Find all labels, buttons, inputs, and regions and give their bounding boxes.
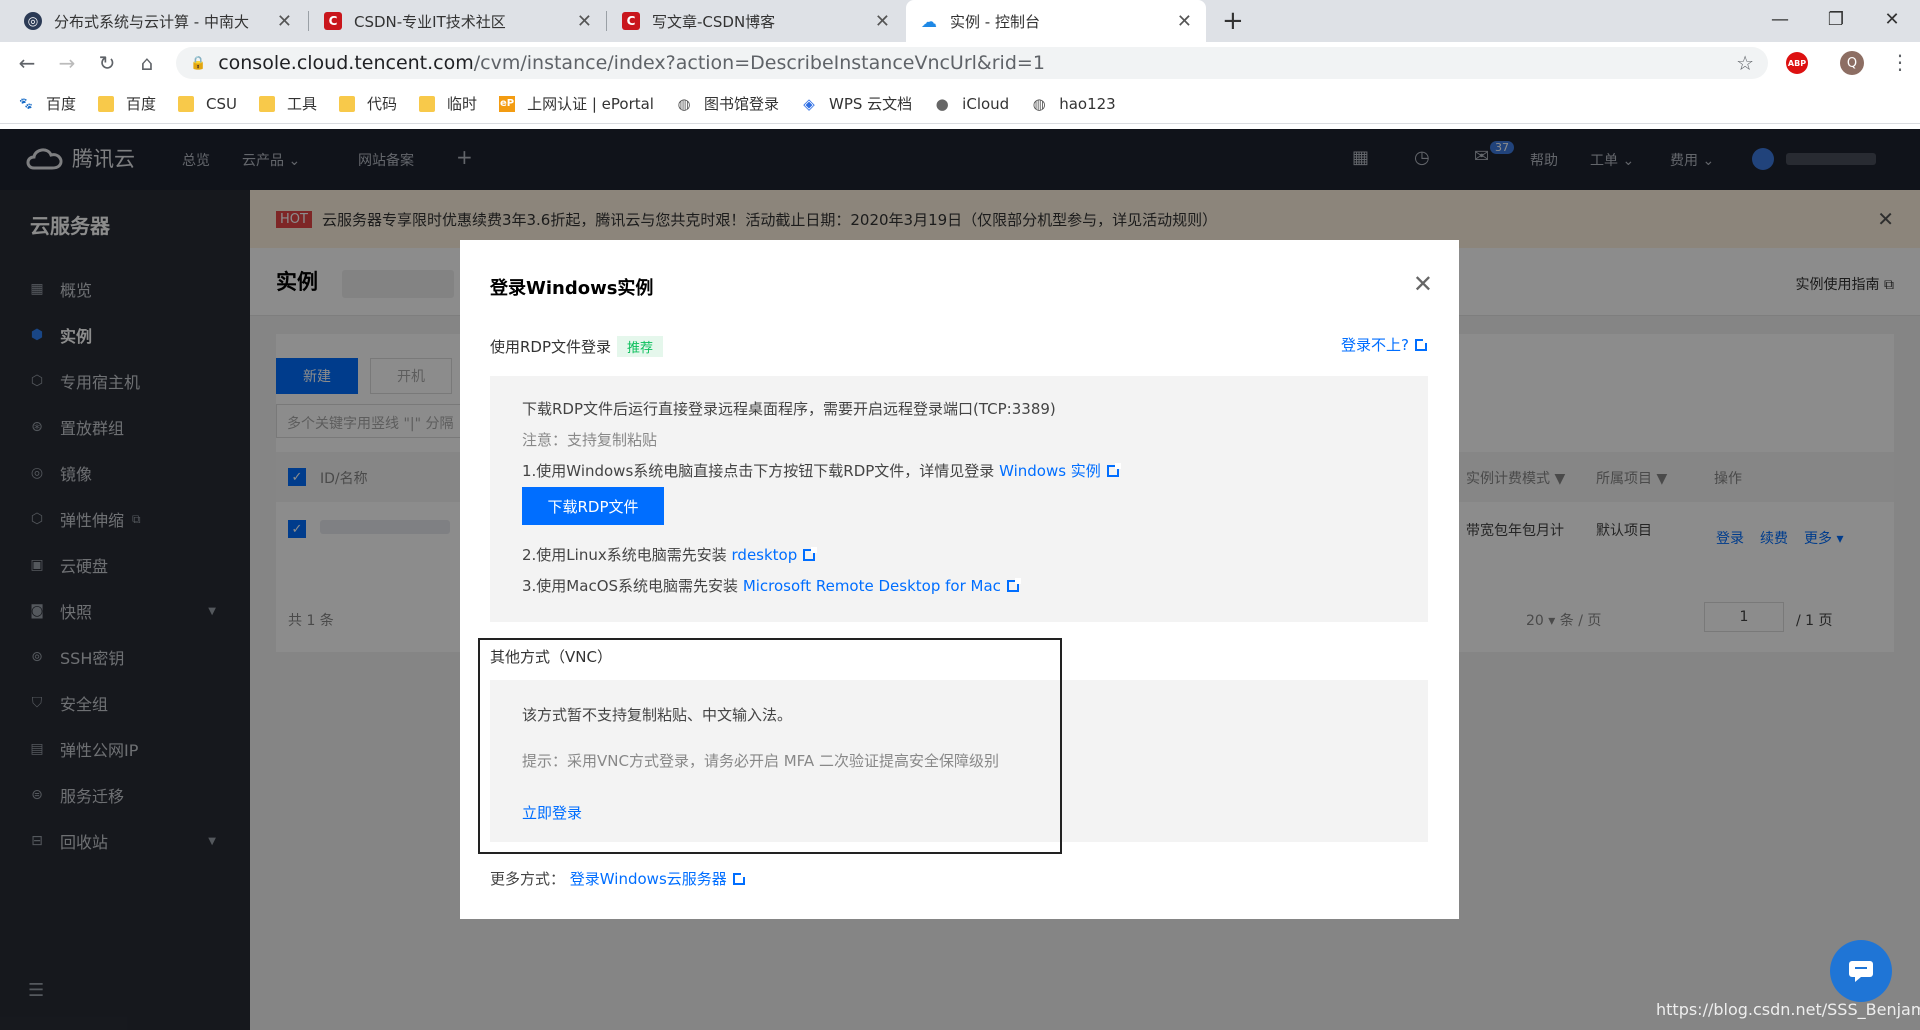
lock-icon: 🔒 [190, 56, 206, 71]
bookmark-library[interactable]: ◍图书馆登录 [676, 93, 779, 114]
close-icon[interactable]: ✕ [277, 11, 292, 32]
vnc-highlight-frame [478, 638, 1062, 854]
login-windows-dialog: 登录Windows实例 ✕ 使用RDP文件登录推荐 登录不上? 下载RDP文件后… [460, 240, 1459, 919]
globe-icon: ◍ [1031, 96, 1047, 112]
external-link-icon [1415, 339, 1427, 351]
folder-icon [178, 96, 194, 112]
rdp-step-1: 1.使用Windows系统电脑直接点击下方按钮下载RDP文件，详情见登录 Win… [522, 460, 1119, 481]
windows-server-login-link[interactable]: 登录Windows云服务器 [570, 870, 727, 888]
rdp-step-2: 2.使用Linux系统电脑需先安装 rdesktop [522, 544, 815, 565]
menu-icon[interactable]: ⋮ [1890, 50, 1910, 74]
bookmark-folder-code[interactable]: 代码 [339, 93, 397, 114]
close-icon[interactable]: ✕ [1413, 270, 1433, 298]
close-icon[interactable]: ✕ [1177, 11, 1192, 32]
forward-icon[interactable]: → [54, 50, 80, 76]
csdn-icon: C [622, 12, 640, 30]
close-icon[interactable]: ✕ [577, 11, 592, 32]
profile-avatar[interactable]: Q [1840, 51, 1864, 75]
address-bar[interactable]: 🔒 console.cloud.tencent.com/cvm/instance… [176, 47, 1768, 79]
recommend-badge: 推荐 [617, 336, 663, 357]
new-tab-button[interactable]: + [1222, 6, 1244, 36]
bookmark-folder-temp[interactable]: 临时 [419, 93, 477, 114]
globe-icon: ◎ [24, 12, 42, 30]
bookmark-eportal[interactable]: eP上网认证 | ePortal [499, 93, 654, 114]
windows-instance-link[interactable]: Windows 实例 [999, 462, 1101, 480]
tab-4[interactable]: ☁ 实例 - 控制台 ✕ [906, 0, 1206, 42]
restore-icon[interactable]: ❐ [1808, 0, 1864, 38]
back-icon[interactable]: ← [14, 50, 40, 76]
cant-login-link[interactable]: 登录不上? [1341, 334, 1427, 355]
tencent-cloud-icon: ☁ [920, 12, 938, 30]
rdp-note: 注意：支持复制粘贴 [522, 429, 657, 450]
address-row: ← → ↻ ⌂ 🔒 console.cloud.tencent.com/cvm/… [0, 42, 1920, 84]
apple-icon: ● [934, 96, 950, 112]
rdp-description: 下载RDP文件后运行直接登录远程桌面程序，需要开启远程登录端口(TCP:3389… [522, 398, 1056, 419]
bookmark-folder-tools[interactable]: 工具 [259, 93, 317, 114]
minimize-icon[interactable]: — [1752, 0, 1808, 38]
chat-button[interactable] [1830, 940, 1892, 1002]
download-rdp-button[interactable]: 下载RDP文件 [522, 487, 664, 525]
rdesktop-link[interactable]: rdesktop [732, 546, 798, 564]
rdp-section-label: 使用RDP文件登录推荐 [490, 336, 663, 357]
bookmark-icloud[interactable]: ●iCloud [934, 95, 1009, 113]
tab-2[interactable]: C CSDN-专业IT技术社区 ✕ [310, 0, 606, 42]
bookmark-hao123[interactable]: ◍hao123 [1031, 95, 1116, 113]
bookmark-folder-csu[interactable]: CSU [178, 95, 237, 113]
tab-3[interactable]: C 写文章-CSDN博客 ✕ [608, 0, 904, 42]
tab-1[interactable]: ◎ 分布式系统与云计算 - 中南大 ✕ [10, 0, 306, 42]
folder-icon [419, 96, 435, 112]
reload-icon[interactable]: ↻ [94, 50, 120, 76]
external-link-icon [1107, 465, 1119, 477]
watermark: https://blog.csdn.net/SSS_Benjamin [1656, 1000, 1920, 1019]
folder-icon [339, 96, 355, 112]
bookmark-baidu[interactable]: 🐾百度 [18, 93, 76, 114]
baidu-icon: 🐾 [18, 96, 34, 112]
bookmarks-bar: 🐾百度 百度 CSU 工具 代码 临时 eP上网认证 | ePortal ◍图书… [0, 84, 1920, 124]
tab-bar: ◎ 分布式系统与云计算 - 中南大 ✕ C CSDN-专业IT技术社区 ✕ C … [0, 0, 1920, 42]
folder-icon [259, 96, 275, 112]
home-icon[interactable]: ⌂ [134, 50, 160, 76]
more-methods: 更多方式： 登录Windows云服务器 [490, 868, 745, 889]
external-link-icon [1007, 580, 1019, 592]
bookmark-folder-baidu[interactable]: 百度 [98, 93, 156, 114]
folder-icon [98, 96, 114, 112]
adblock-icon[interactable]: ABP [1786, 52, 1808, 74]
globe-icon: ◍ [676, 96, 692, 112]
wps-icon: ◈ [801, 96, 817, 112]
external-link-icon [803, 549, 815, 561]
close-icon[interactable]: ✕ [875, 11, 890, 32]
star-icon[interactable]: ☆ [1736, 51, 1754, 75]
microsoft-remote-desktop-link[interactable]: Microsoft Remote Desktop for Mac [743, 577, 1001, 595]
eportal-icon: eP [499, 96, 515, 112]
csdn-icon: C [324, 12, 342, 30]
chat-bubble-icon [1847, 959, 1875, 983]
rdp-step-3: 3.使用MacOS系统电脑需先安装 Microsoft Remote Deskt… [522, 575, 1019, 596]
external-link-icon [733, 873, 745, 885]
dialog-title: 登录Windows实例 [490, 274, 653, 300]
bookmark-wps[interactable]: ◈WPS 云文档 [801, 93, 912, 114]
window-close-icon[interactable]: ✕ [1864, 0, 1920, 38]
